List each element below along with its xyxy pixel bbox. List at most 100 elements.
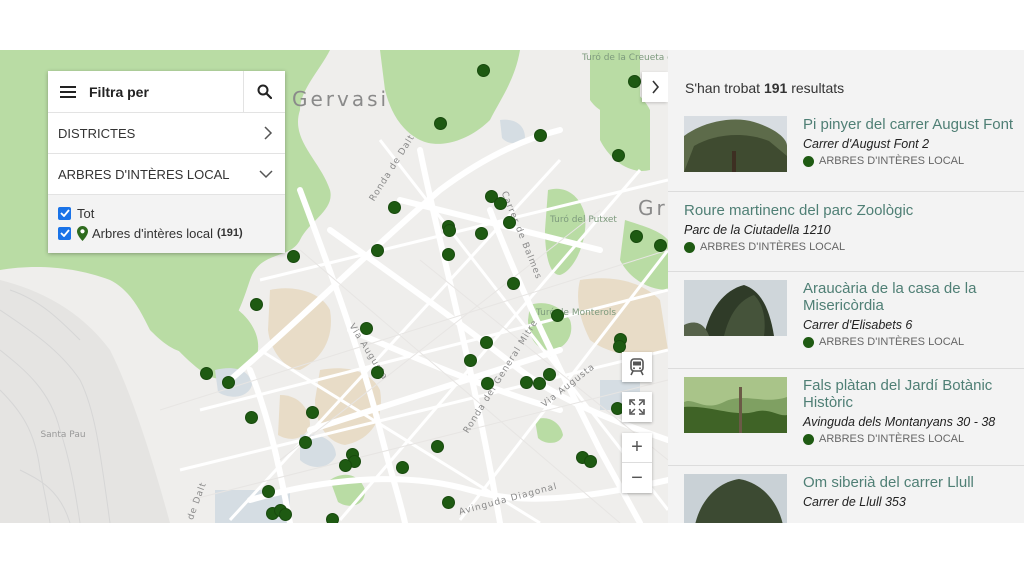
- filter-checkboxes: Tot Arbres d'intères local (191): [48, 195, 285, 253]
- tree-marker[interactable]: [611, 148, 625, 162]
- place-label: Gervasi: [292, 87, 390, 111]
- tree-marker[interactable]: [463, 353, 477, 367]
- tree-marker[interactable]: [476, 63, 490, 77]
- tree-marker[interactable]: [395, 460, 409, 474]
- result-address: Carrer d'Elisabets 6: [803, 318, 913, 332]
- tree-marker[interactable]: [532, 376, 546, 390]
- result-category: ARBRES D'INTÈRES LOCAL: [684, 241, 913, 253]
- result-name-link[interactable]: Roure martinenc del parc Zoològic: [684, 202, 913, 219]
- results-count: 191: [763, 80, 788, 96]
- tree-marker[interactable]: [441, 495, 455, 509]
- hamburger-icon: [60, 85, 76, 98]
- checkbox-all[interactable]: Tot: [58, 203, 275, 223]
- result-name-link[interactable]: Araucària de la casa de la Misericòrdia: [803, 280, 1014, 314]
- place-label: Gr: [638, 196, 668, 220]
- tree-marker[interactable]: [479, 335, 493, 349]
- result-category: ARBRES D'INTÈRES LOCAL: [803, 433, 1014, 445]
- fullscreen-button[interactable]: [622, 392, 652, 422]
- result-item[interactable]: Roure martinenc del parc Zoològic Parc d…: [668, 192, 1024, 272]
- tree-marker[interactable]: [278, 507, 292, 521]
- checkbox-checked-icon[interactable]: [58, 226, 71, 240]
- hill-label: Turó de la Creueta del Coll: [582, 53, 668, 63]
- tree-marker[interactable]: [305, 405, 319, 419]
- tree-marker[interactable]: [441, 247, 455, 261]
- result-address: Carrer d'August Font 2: [803, 137, 930, 151]
- tree-marker[interactable]: [286, 249, 300, 263]
- hill-label: Turó de Monterols: [536, 308, 617, 318]
- tree-marker[interactable]: [629, 229, 643, 243]
- filter-header: Filtra per: [48, 71, 285, 113]
- results-suffix: resultats: [791, 80, 845, 96]
- zoom-in-button[interactable]: +: [622, 433, 652, 463]
- tree-marker[interactable]: [221, 375, 235, 389]
- category-label: ARBRES D'INTÈRES LOCAL: [819, 336, 965, 348]
- tree-marker[interactable]: [519, 375, 533, 389]
- result-item[interactable]: Om siberià del carrer Llull Carrer de Ll…: [668, 466, 1024, 523]
- result-address: Avinguda dels Montanyans 30 - 38: [803, 415, 996, 429]
- chevron-down-icon: [259, 170, 273, 179]
- category-dot-icon: [803, 433, 814, 445]
- tree-marker[interactable]: [653, 238, 667, 252]
- result-item[interactable]: Araucària de la casa de la Misericòrdia …: [668, 272, 1024, 369]
- result-info: Om siberià del carrer Llull Carrer de Ll…: [803, 474, 974, 523]
- collapse-results-button[interactable]: [642, 72, 668, 102]
- result-name-link[interactable]: Fals plàtan del Jardí Botànic Històric: [803, 377, 1014, 411]
- fullscreen-icon: [629, 399, 645, 415]
- zoom-out-button[interactable]: −: [622, 463, 652, 493]
- filter-row-districts[interactable]: DISTRICTES: [48, 113, 285, 154]
- filter-title: Filtra per: [89, 83, 149, 100]
- checkbox-label: Tot: [77, 205, 95, 221]
- tree-marker[interactable]: [387, 200, 401, 214]
- app: Gervasi Gr Ronda de Dalt Carrer de Balme…: [0, 50, 1024, 523]
- tree-marker[interactable]: [261, 484, 275, 498]
- filter-row-label: ARBRES D'INTÈRES LOCAL: [58, 166, 230, 182]
- results-panel: S'han trobat 191 resultats Pi pinyer del…: [668, 50, 1024, 523]
- filter-menu-toggle[interactable]: Filtra per: [48, 71, 243, 112]
- tree-marker[interactable]: [359, 321, 373, 335]
- tree-marker[interactable]: [433, 116, 447, 130]
- filter-row-local-trees[interactable]: ARBRES D'INTÈRES LOCAL: [48, 154, 285, 195]
- tree-marker[interactable]: [474, 226, 488, 240]
- checkbox-checked-icon[interactable]: [58, 206, 71, 220]
- tree-marker[interactable]: [442, 223, 456, 237]
- tree-marker[interactable]: [325, 512, 339, 523]
- filter-panel: Filtra per DISTRICTES ARBRES D'INTÈRES L…: [48, 71, 285, 253]
- category-label: ARBRES D'INTÈRES LOCAL: [700, 241, 846, 253]
- result-name-link[interactable]: Pi pinyer del carrer August Font: [803, 116, 1013, 133]
- tree-marker[interactable]: [612, 339, 626, 353]
- tree-marker[interactable]: [506, 276, 520, 290]
- tree-marker[interactable]: [627, 74, 641, 88]
- tree-marker[interactable]: [533, 128, 547, 142]
- train-icon: [630, 358, 644, 376]
- result-item[interactable]: Pi pinyer del carrer August Font Carrer …: [668, 108, 1024, 192]
- tree-photo: [684, 474, 787, 523]
- tree-marker[interactable]: [480, 376, 494, 390]
- tree-marker[interactable]: [370, 365, 384, 379]
- filter-row-label: DISTRICTES: [58, 125, 136, 141]
- tree-marker[interactable]: [502, 215, 516, 229]
- result-category: ARBRES D'INTÈRES LOCAL: [803, 155, 1013, 167]
- category-dot-icon: [684, 241, 695, 253]
- map[interactable]: Gervasi Gr Ronda de Dalt Carrer de Balme…: [0, 50, 668, 523]
- tree-marker[interactable]: [244, 410, 258, 424]
- tree-marker[interactable]: [430, 439, 444, 453]
- tree-marker[interactable]: [338, 458, 352, 472]
- tree-photo: [684, 280, 787, 336]
- tree-marker[interactable]: [550, 308, 564, 322]
- result-category: ARBRES D'INTÈRES LOCAL: [803, 336, 1014, 348]
- map-pin-icon: [77, 225, 88, 241]
- tree-marker[interactable]: [370, 243, 384, 257]
- result-name-link[interactable]: Om siberià del carrer Llull: [803, 474, 974, 491]
- tree-marker[interactable]: [493, 196, 507, 210]
- tree-marker[interactable]: [249, 297, 263, 311]
- tree-marker[interactable]: [583, 454, 597, 468]
- result-info: Araucària de la casa de la Misericòrdia …: [803, 280, 1014, 358]
- chevron-right-icon: [264, 126, 273, 140]
- checkbox-label: Arbres d'intères local: [92, 225, 213, 241]
- search-button[interactable]: [243, 71, 285, 112]
- checkbox-local-trees[interactable]: Arbres d'intères local (191): [58, 223, 275, 243]
- tree-marker[interactable]: [199, 366, 213, 380]
- tree-marker[interactable]: [298, 435, 312, 449]
- result-item[interactable]: Fals plàtan del Jardí Botànic Històric A…: [668, 369, 1024, 466]
- transit-layer-button[interactable]: [622, 352, 652, 382]
